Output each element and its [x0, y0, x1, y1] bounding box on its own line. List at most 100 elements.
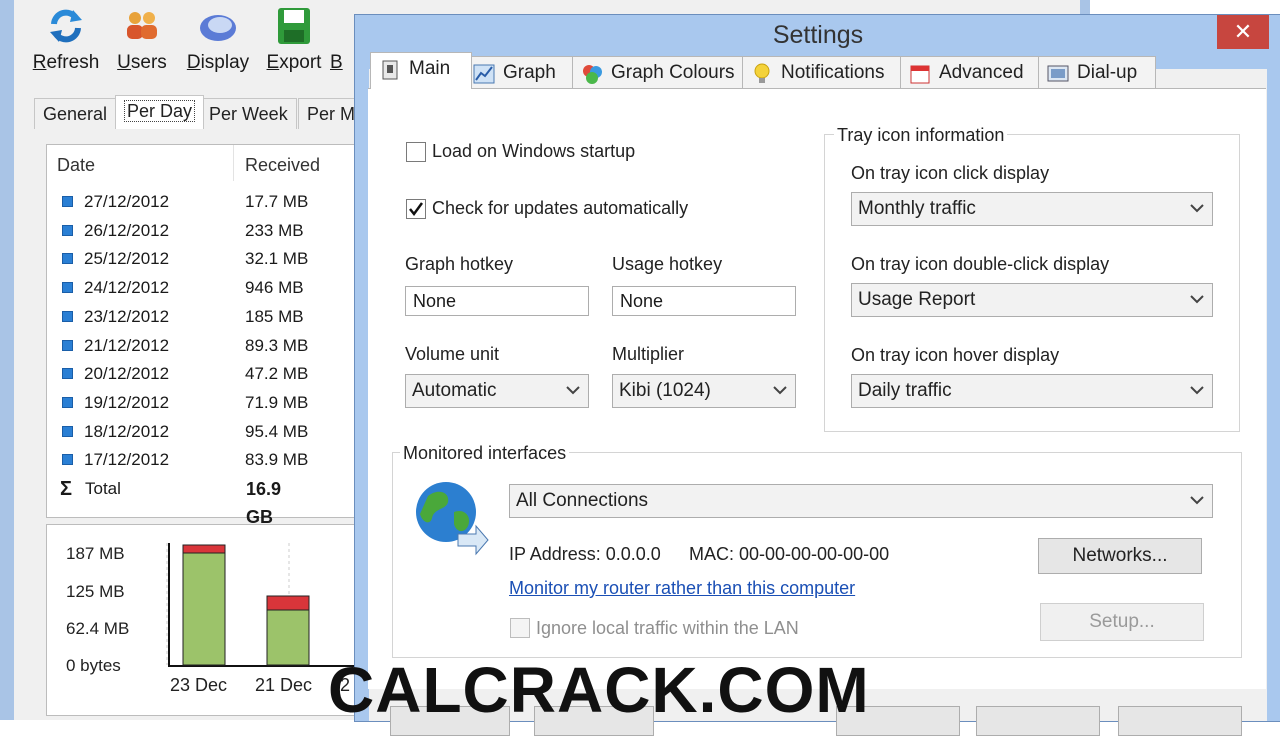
- setup-button[interactable]: Setup...: [1040, 603, 1204, 641]
- row-date: 21/12/2012: [84, 335, 170, 355]
- dialog-bottom-button[interactable]: [1118, 706, 1242, 736]
- interface-select[interactable]: All Connections: [509, 484, 1213, 518]
- table-row[interactable]: 25/12/2012 32.1 MB: [62, 245, 362, 273]
- graph-hotkey-field[interactable]: None: [405, 286, 589, 316]
- tab-graph-colours[interactable]: Graph Colours: [572, 56, 750, 89]
- row-received: 32.1 MB: [245, 249, 309, 269]
- refresh-icon: [50, 9, 82, 43]
- table-row[interactable]: 20/12/2012 47.2 MB: [62, 360, 362, 388]
- row-received: 95.4 MB: [245, 421, 309, 441]
- networks-button[interactable]: Networks...: [1038, 538, 1202, 574]
- row-received: 71.9 MB: [245, 392, 309, 412]
- y-axis-label: 0 bytes: [66, 656, 121, 675]
- tab-main[interactable]: Main: [370, 52, 472, 89]
- tray-group-title: Tray icon information: [834, 125, 1008, 146]
- ignore-local-traffic-checkbox[interactable]: [510, 618, 530, 638]
- tray-dblclick-label: On tray icon double-click display: [851, 254, 1110, 274]
- row-color-marker: [62, 425, 73, 437]
- checkmark-icon: [409, 202, 424, 217]
- column-header-date[interactable]: Date: [57, 155, 95, 176]
- close-icon: ✕: [1233, 19, 1253, 44]
- display-icon: [200, 15, 236, 41]
- display-button[interactable]: Display: [178, 6, 258, 76]
- row-color-marker: [62, 282, 73, 294]
- graph-bar-sent: [182, 544, 226, 554]
- chevron-down-icon: [1190, 204, 1204, 213]
- watermark-text: CALCRACK.COM: [328, 654, 870, 726]
- row-color-marker: [62, 310, 73, 322]
- usage-hotkey-label: Usage hotkey: [612, 254, 723, 274]
- chevron-down-icon: [566, 386, 580, 395]
- tray-hover-label: On tray icon hover display: [851, 345, 1060, 365]
- tab-per-day[interactable]: Per Day: [115, 95, 205, 129]
- tab-dial-up[interactable]: Dial-up: [1038, 56, 1156, 89]
- chevron-down-icon: [773, 386, 787, 395]
- graph-tab-icon: [473, 64, 495, 84]
- table-row[interactable]: 17/12/2012 83.9 MB: [62, 446, 362, 474]
- row-date: 25/12/2012: [84, 249, 170, 269]
- tab-graph[interactable]: Graph: [464, 56, 580, 89]
- tab-advanced[interactable]: Advanced: [900, 56, 1046, 89]
- row-date: 17/12/2012: [84, 450, 170, 470]
- tab-notifications[interactable]: Notifications: [742, 56, 908, 89]
- row-color-marker: [62, 253, 73, 265]
- export-button[interactable]: Export: [254, 6, 334, 76]
- table-row[interactable]: 27/12/2012 17.7 MB: [62, 188, 362, 216]
- table-row[interactable]: 21/12/2012 89.3 MB: [62, 332, 362, 360]
- export-icon: [278, 8, 310, 44]
- x-axis-label: 21 Dec: [255, 675, 313, 695]
- multiplier-select[interactable]: Kibi (1024): [612, 374, 796, 408]
- table-total-row[interactable]: Σ Total 16.9 GB: [60, 475, 281, 527]
- interfaces-group-title: Monitored interfaces: [400, 443, 570, 464]
- row-date: 26/12/2012: [84, 220, 170, 240]
- volume-unit-select[interactable]: Automatic: [405, 374, 589, 408]
- table-row[interactable]: 26/12/2012 233 MB: [62, 217, 362, 245]
- row-received: 89.3 MB: [245, 335, 309, 355]
- check-updates-label[interactable]: Check for updates automatically: [432, 198, 688, 219]
- row-date: 19/12/2012: [84, 392, 170, 412]
- backup-button[interactable]: B: [330, 6, 354, 76]
- monitor-router-link[interactable]: Monitor my router rather than this compu…: [509, 578, 855, 599]
- sigma-icon: Σ: [60, 478, 73, 500]
- row-date: 27/12/2012: [84, 192, 170, 211]
- refresh-button[interactable]: Refresh: [26, 6, 106, 76]
- users-button[interactable]: Users: [102, 6, 182, 76]
- row-received: 946 MB: [245, 278, 304, 298]
- row-color-marker: [62, 224, 73, 236]
- tray-click-label: On tray icon click display: [851, 163, 1050, 183]
- graph-bar-received: [182, 552, 226, 666]
- row-color-marker: [62, 454, 73, 466]
- tray-dblclick-select[interactable]: Usage Report: [851, 283, 1213, 317]
- row-received: 47.2 MB: [245, 364, 309, 384]
- row-color-marker: [62, 339, 73, 351]
- row-color-marker: [62, 196, 73, 207]
- row-received: 83.9 MB: [245, 450, 309, 470]
- tray-click-select[interactable]: Monthly traffic: [851, 192, 1213, 226]
- graph-hotkey-label: Graph hotkey: [405, 254, 514, 274]
- row-received: 185 MB: [245, 306, 304, 326]
- row-color-marker: [62, 396, 73, 408]
- total-value: 16.9 GB: [246, 479, 282, 527]
- chevron-down-icon: [1190, 496, 1204, 505]
- y-axis-label: 125 MB: [66, 582, 125, 601]
- load-on-startup-label[interactable]: Load on Windows startup: [432, 141, 635, 162]
- check-updates-checkbox[interactable]: [406, 199, 426, 219]
- close-button[interactable]: ✕: [1217, 15, 1269, 49]
- table-row[interactable]: 24/12/2012 946 MB: [62, 274, 362, 302]
- table-row[interactable]: 18/12/2012 95.4 MB: [62, 418, 362, 446]
- usage-hotkey-field[interactable]: None: [612, 286, 796, 316]
- table-row[interactable]: 19/12/2012 71.9 MB: [62, 389, 362, 417]
- load-on-startup-checkbox[interactable]: [406, 142, 426, 162]
- table-row[interactable]: 23/12/2012 185 MB: [62, 303, 362, 331]
- dialog-bottom-button[interactable]: [976, 706, 1100, 736]
- row-color-marker: [62, 368, 73, 380]
- row-date: 24/12/2012: [84, 278, 170, 298]
- chevron-down-icon: [1190, 295, 1204, 304]
- tray-hover-select[interactable]: Daily traffic: [851, 374, 1213, 408]
- tab-general[interactable]: General: [34, 98, 117, 129]
- column-header-received[interactable]: Received: [245, 155, 320, 176]
- tab-per-week[interactable]: Per Week: [200, 98, 297, 129]
- network-globe-icon: [416, 482, 489, 556]
- chevron-down-icon: [1190, 386, 1204, 395]
- colours-tab-icon: [583, 65, 602, 84]
